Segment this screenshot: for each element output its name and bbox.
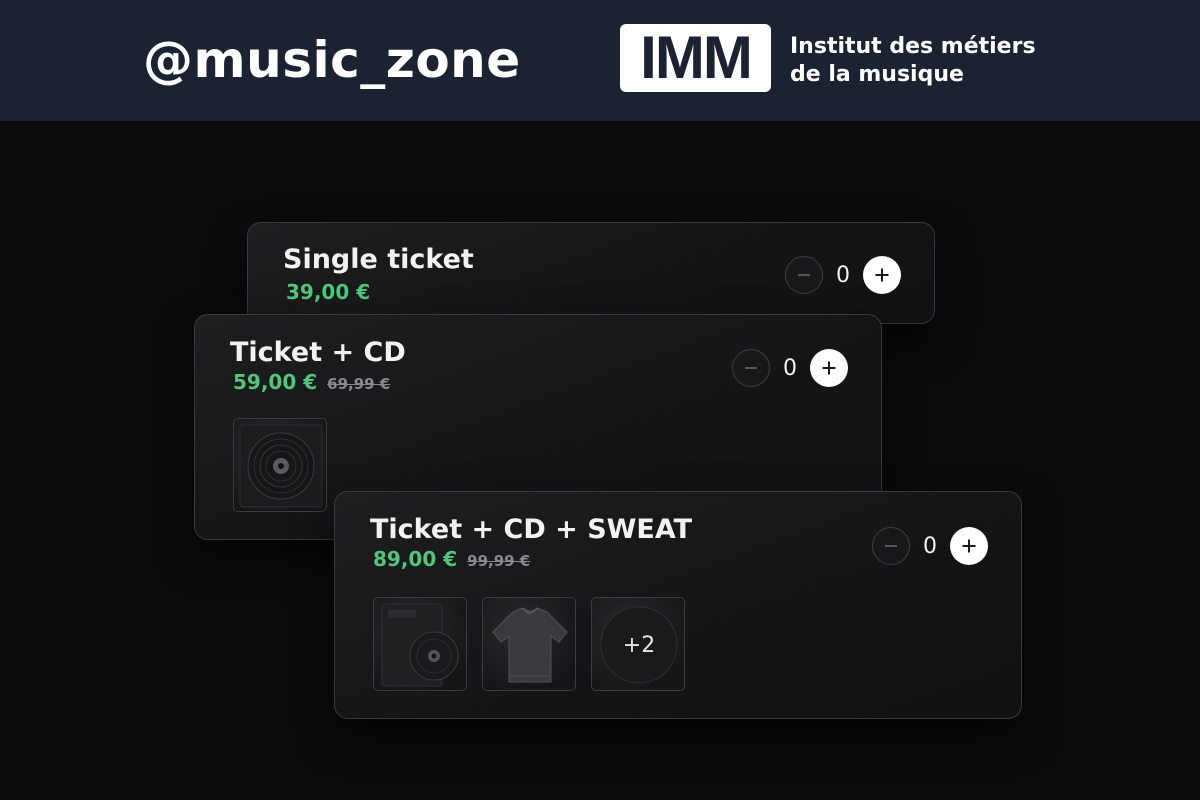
- increase-quantity-button[interactable]: [863, 256, 901, 294]
- sweatshirt-thumbnail[interactable]: [482, 597, 576, 691]
- cd-thumbnail[interactable]: [373, 597, 467, 691]
- decrease-quantity-button[interactable]: [785, 256, 823, 294]
- minus-icon: [745, 367, 757, 369]
- product-price: 59,00 €: [233, 370, 318, 394]
- cd-case-icon: [381, 603, 459, 687]
- quantity-stepper: 0: [732, 348, 848, 388]
- sweatshirt-icon: [492, 607, 568, 683]
- quantity-stepper: 0: [872, 526, 988, 566]
- increase-quantity-button[interactable]: [950, 527, 988, 565]
- product-card-single-ticket: Single ticket 39,00 € 0: [247, 222, 935, 324]
- increase-quantity-button[interactable]: [810, 349, 848, 387]
- organization-name-line2: de la musique: [790, 62, 964, 87]
- decrease-quantity-button[interactable]: [732, 349, 770, 387]
- product-title: Ticket + CD: [230, 337, 406, 368]
- more-items-thumbnail[interactable]: +2: [591, 597, 685, 691]
- product-title: Ticket + CD + SWEAT: [370, 514, 693, 545]
- minus-icon: [798, 274, 810, 276]
- quantity-stepper: 0: [785, 255, 901, 295]
- cd-thumbnail[interactable]: [233, 418, 327, 512]
- minus-icon: [885, 545, 897, 547]
- price-row: 59,00 € 69,99 €: [233, 370, 390, 394]
- original-price: 99,99 €: [467, 552, 531, 570]
- quantity-value: 0: [783, 355, 797, 381]
- quantity-value: 0: [923, 533, 937, 559]
- original-price: 69,99 €: [327, 375, 391, 393]
- product-price: 39,00 €: [286, 280, 371, 304]
- header-banner: @music_zone IMM Institut des métiers de …: [0, 0, 1200, 121]
- social-handle: @music_zone: [143, 31, 521, 89]
- decrease-quantity-button[interactable]: [872, 527, 910, 565]
- price-row: 39,00 €: [286, 280, 370, 304]
- product-price: 89,00 €: [373, 547, 458, 571]
- imm-logo: IMM: [620, 24, 771, 92]
- product-title: Single ticket: [283, 244, 474, 275]
- organization-name: Institut des métiers de la musique: [790, 33, 1036, 89]
- quantity-value: 0: [836, 262, 850, 288]
- product-card-ticket-cd-sweat: Ticket + CD + SWEAT 89,00 € 99,99 € 0 +2: [334, 491, 1022, 719]
- organization-name-line1: Institut des métiers: [790, 34, 1036, 59]
- cd-icon: [239, 424, 323, 508]
- price-row: 89,00 € 99,99 €: [373, 547, 530, 571]
- more-items-count: +2: [622, 632, 656, 658]
